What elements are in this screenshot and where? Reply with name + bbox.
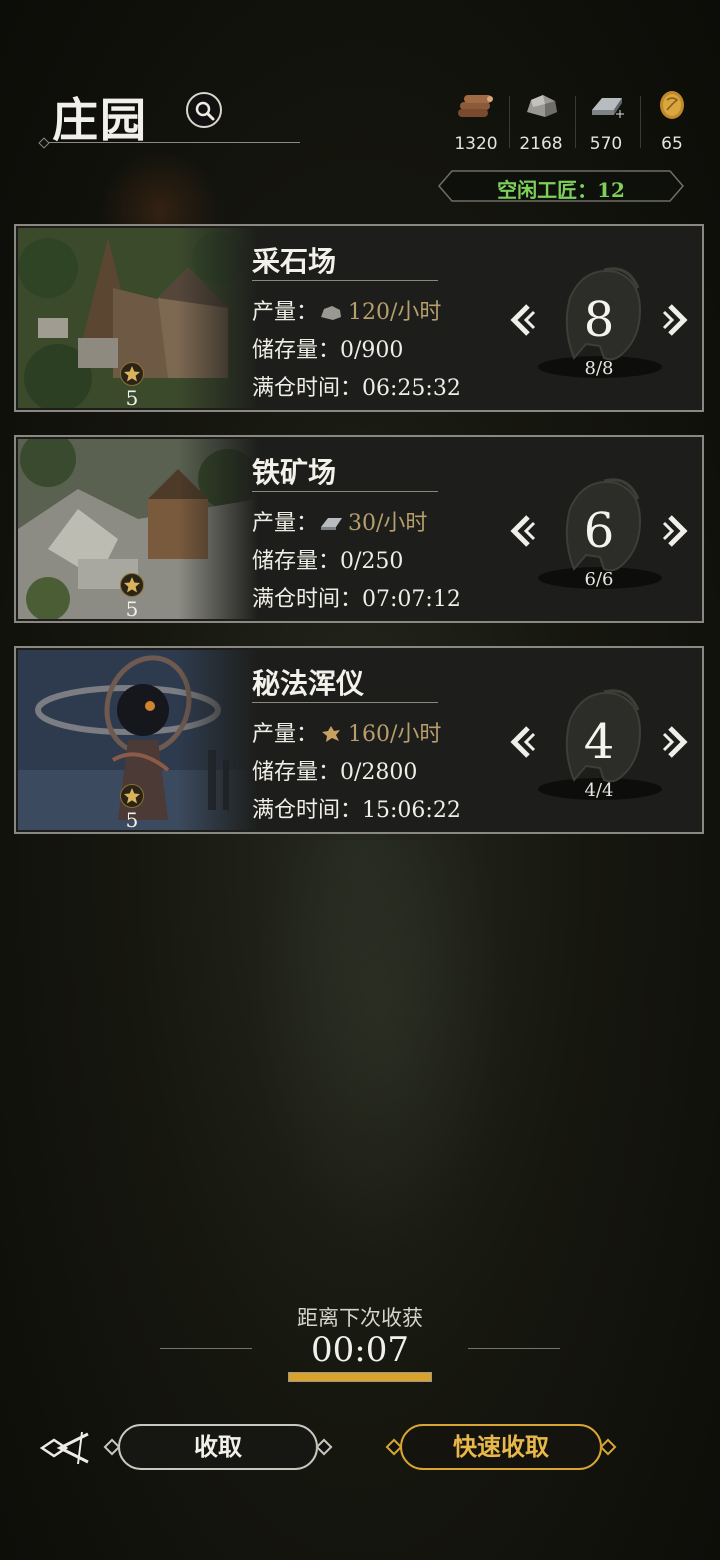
full-time-value: 07:07:12	[362, 587, 461, 612]
level-star-badge	[120, 784, 144, 808]
back-button[interactable]	[38, 1428, 92, 1468]
harvest-countdown: 00:07	[311, 1330, 409, 1370]
production-label: 产量：	[252, 300, 319, 325]
star-icon	[124, 577, 140, 593]
collect-right-ornament	[315, 1438, 333, 1456]
worker-fraction: 8/8	[584, 358, 614, 379]
worker-count: 6	[583, 503, 615, 559]
idle-craftsmen-badge: 空闲工匠：12	[438, 170, 684, 202]
building-card-quarry[interactable]: 5 采石场 产量： 120/小时 储存量：0/900 满仓时间：06:25:32 …	[14, 224, 704, 412]
resource-stone[interactable]: 2168	[509, 90, 573, 154]
resource-iron[interactable]: 570	[574, 90, 638, 154]
increase-workers-button[interactable]	[660, 513, 692, 549]
worker-fraction: 6/6	[584, 569, 614, 590]
storage-value: 0/250	[340, 549, 404, 574]
quick-right-ornament	[599, 1438, 617, 1456]
decrease-workers-button[interactable]	[506, 513, 538, 549]
storage-row: 储存量：0/900	[252, 332, 403, 364]
building-name: 秘法浑仪	[252, 667, 365, 700]
resource-wood[interactable]: 1320	[444, 90, 508, 154]
production-row: 产量： 120/小时	[252, 294, 441, 326]
storage-value: 0/900	[340, 338, 404, 363]
building-level: 5	[125, 808, 139, 832]
background-tower	[250, 840, 510, 1260]
building-card-arcane-armillary[interactable]: 5 秘法浑仪 产量： 160/小时 储存量：0/2800 满仓时间：15:06:2…	[14, 646, 704, 834]
building-name: 采石场	[252, 245, 337, 278]
production-row: 产量： 160/小时	[252, 716, 441, 748]
search-icon	[195, 101, 215, 121]
collect-button[interactable]: 收取	[118, 1424, 318, 1470]
star-icon	[124, 788, 140, 804]
storage-label: 储存量：	[252, 338, 341, 363]
production-rate: 30/小时	[348, 511, 428, 536]
production-label: 产量：	[252, 722, 319, 747]
harvest-progress-fill	[289, 1373, 431, 1381]
iron-value: 570	[589, 134, 623, 154]
stone-value: 2168	[519, 134, 563, 154]
decrease-workers-button[interactable]	[506, 302, 538, 338]
full-time-label: 满仓时间：	[252, 798, 363, 823]
harvest-progress-bar	[288, 1372, 432, 1382]
storage-value: 0/2800	[340, 760, 418, 785]
building-level: 5	[125, 597, 139, 621]
search-button[interactable]	[186, 92, 222, 128]
building-level: 5	[125, 386, 139, 410]
storage-row: 储存量：0/250	[252, 543, 403, 575]
increase-workers-button[interactable]	[660, 724, 692, 760]
arcane-crystal-icon	[322, 726, 341, 742]
level-star-badge	[120, 573, 144, 597]
building-name: 铁矿场	[252, 456, 337, 489]
quick-collect-button[interactable]: 快速收取	[400, 1424, 602, 1470]
page-title: 庄园	[52, 93, 148, 147]
production-rate: 120/小时	[348, 300, 442, 325]
full-time-value: 15:06:22	[362, 798, 461, 823]
name-divider	[252, 491, 438, 492]
full-time-row: 满仓时间：06:25:32	[252, 370, 461, 402]
building-card-iron-mine[interactable]: 5 铁矿场 产量： 30/小时 储存量：0/250 满仓时间：07:07:12 6…	[14, 435, 704, 623]
production-rate: 160/小时	[348, 722, 442, 747]
iron-icon	[321, 518, 343, 530]
gold-coin-icon	[660, 91, 684, 119]
increase-workers-button[interactable]	[660, 302, 692, 338]
full-time-row: 满仓时间：15:06:22	[252, 792, 461, 824]
storage-label: 储存量：	[252, 549, 341, 574]
wood-value: 1320	[454, 134, 498, 154]
image-fade	[178, 228, 258, 408]
full-time-label: 满仓时间：	[252, 587, 363, 612]
resource-gold[interactable]: 65	[640, 90, 704, 154]
storage-row: 储存量：0/2800	[252, 754, 417, 786]
name-divider	[252, 702, 438, 703]
production-label: 产量：	[252, 511, 319, 536]
gold-value: 65	[661, 134, 683, 154]
stone-icon	[527, 95, 557, 117]
image-fade	[178, 439, 258, 619]
wood-icon	[458, 95, 493, 117]
storage-label: 储存量：	[252, 760, 341, 785]
worker-count: 4	[583, 714, 615, 770]
worker-fraction: 4/4	[584, 780, 614, 801]
worker-count: 8	[583, 292, 615, 348]
full-time-row: 满仓时间：07:07:12	[252, 581, 461, 613]
name-divider	[252, 280, 438, 281]
idle-craftsmen-text: 空闲工匠：12	[497, 178, 625, 202]
title-underline	[44, 142, 300, 143]
stone-icon	[321, 306, 342, 320]
full-time-value: 06:25:32	[362, 376, 461, 401]
image-fade	[178, 650, 258, 830]
production-row: 产量： 30/小时	[252, 505, 427, 537]
next-harvest-label: 距离下次收获	[297, 1306, 423, 1330]
level-star-badge	[120, 362, 144, 386]
star-icon	[124, 366, 140, 382]
full-time-label: 满仓时间：	[252, 376, 363, 401]
decrease-workers-button[interactable]	[506, 724, 538, 760]
iron-icon	[592, 98, 624, 118]
